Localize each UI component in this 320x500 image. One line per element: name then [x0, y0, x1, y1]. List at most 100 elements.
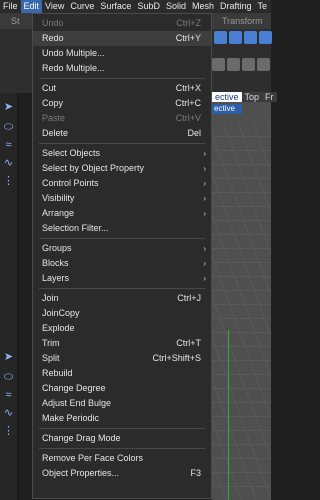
- menu-item-paste[interactable]: Paste Ctrl+V: [33, 111, 211, 126]
- menubar-item-mesh[interactable]: Mesh: [189, 0, 217, 13]
- menu-separator: [39, 288, 205, 289]
- toolbar-tool-icon[interactable]: [242, 58, 255, 71]
- menubar-item-subd[interactable]: SubD: [134, 0, 163, 13]
- curve-tool-icon[interactable]: ∿: [2, 407, 15, 420]
- menubar-item-view[interactable]: View: [42, 0, 67, 13]
- menu-item-shortcut: Ctrl+V: [175, 113, 201, 123]
- menubar-item-solid[interactable]: Solid: [163, 0, 189, 13]
- toolbar-tab-transform[interactable]: Transform: [222, 15, 263, 28]
- menu-item-layers[interactable]: Layers ›: [33, 271, 211, 286]
- menu-item-label: Layers: [42, 273, 70, 283]
- menu-item-undo-multiple[interactable]: Undo Multiple...: [33, 46, 211, 61]
- menu-item-label: Copy: [42, 98, 64, 108]
- viewport-title-label[interactable]: ective: [212, 104, 242, 114]
- menu-item-trim[interactable]: Trim Ctrl+T: [33, 336, 211, 351]
- menu-item-undo[interactable]: Undo Ctrl+Z: [33, 16, 211, 31]
- viewport-tab-front[interactable]: Fr: [262, 92, 277, 102]
- y-axis-line: [228, 330, 229, 500]
- menu-item-control-points[interactable]: Control Points ›: [33, 176, 211, 191]
- menu-item-label: Groups: [42, 243, 72, 253]
- menu-item-groups[interactable]: Groups ›: [33, 241, 211, 256]
- menubar-item-file[interactable]: File: [0, 0, 21, 13]
- menu-item-select-objects[interactable]: Select Objects ›: [33, 146, 211, 161]
- menu-item-label: Redo Multiple...: [42, 63, 105, 73]
- curve-tool-icon[interactable]: ≈: [2, 139, 15, 152]
- menu-item-label: Delete: [42, 128, 69, 138]
- menu-item-joincopy[interactable]: JoinCopy: [33, 306, 211, 321]
- menu-separator: [39, 143, 205, 144]
- menu-item-label: Select by Object Property: [42, 163, 145, 173]
- ellipse-tool-icon[interactable]: ⬭: [2, 121, 15, 134]
- menubar-item-edit[interactable]: Edit: [20, 0, 43, 13]
- menu-item-label: JoinCopy: [42, 308, 80, 318]
- menu-item-label: Select Objects: [42, 148, 101, 158]
- menubar-item-drafting[interactable]: Drafting: [217, 0, 255, 13]
- menu-item-label: Change Drag Mode: [42, 433, 121, 443]
- chevron-right-icon: ›: [203, 259, 206, 268]
- menu-item-redo-multiple[interactable]: Redo Multiple...: [33, 61, 211, 76]
- perspective-viewport[interactable]: [212, 93, 271, 500]
- menu-item-shortcut: Ctrl+C: [175, 98, 201, 108]
- toolbar-tool-icon[interactable]: [227, 58, 240, 71]
- toolbar-tool-icon[interactable]: [257, 58, 270, 71]
- menu-item-arrange[interactable]: Arrange ›: [33, 206, 211, 221]
- select-arrow-icon[interactable]: ➤: [2, 101, 15, 114]
- menu-item-label: Selection Filter...: [42, 223, 109, 233]
- chevron-right-icon: ›: [203, 209, 206, 218]
- viewport-tabs: ective Top Fr: [212, 92, 277, 102]
- select-arrow-icon[interactable]: ➤: [2, 351, 15, 364]
- menu-item-label: Undo Multiple...: [42, 48, 105, 58]
- menu-item-selection-filter[interactable]: Selection Filter...: [33, 221, 211, 236]
- toolbar-tool-icon[interactable]: [212, 58, 225, 71]
- menu-item-object-properties[interactable]: Object Properties... F3: [33, 466, 211, 481]
- menu-separator: [39, 428, 205, 429]
- menu-item-label: Trim: [42, 338, 60, 348]
- menu-item-delete[interactable]: Delete Del: [33, 126, 211, 141]
- viewport-tab-top[interactable]: Top: [241, 92, 263, 102]
- menubar-item-curve[interactable]: Curve: [67, 0, 97, 13]
- menu-item-blocks[interactable]: Blocks ›: [33, 256, 211, 271]
- menu-item-visibility[interactable]: Visibility ›: [33, 191, 211, 206]
- menu-item-shortcut: Ctrl+X: [175, 83, 201, 93]
- menubar: File Edit View Curve Surface SubD Solid Mesh Dra…: [0, 0, 271, 13]
- menu-item-label: Paste: [42, 113, 66, 123]
- toolbar-icons-row-2: [212, 58, 270, 71]
- menu-item-rebuild[interactable]: Rebuild: [33, 366, 211, 381]
- chevron-right-icon: ›: [203, 194, 206, 203]
- menu-item-adjust-end-bulge[interactable]: Adjust End Bulge: [33, 396, 211, 411]
- polyline-tool-icon[interactable]: ⋮: [2, 425, 15, 438]
- menu-item-explode[interactable]: Explode: [33, 321, 211, 336]
- toolbar-tool-icon[interactable]: [229, 31, 242, 44]
- menu-separator: [39, 78, 205, 79]
- menu-item-label: Adjust End Bulge: [42, 398, 112, 408]
- toolbar-tool-icon[interactable]: [259, 31, 272, 44]
- toolbar-tool-icon[interactable]: [214, 31, 227, 44]
- menu-item-change-drag-mode[interactable]: Change Drag Mode: [33, 431, 211, 446]
- menu-item-label: Split: [42, 353, 60, 363]
- menu-item-copy[interactable]: Copy Ctrl+C: [33, 96, 211, 111]
- menu-item-select-by-object-property[interactable]: Select by Object Property ›: [33, 161, 211, 176]
- menu-item-join[interactable]: Join Ctrl+J: [33, 291, 211, 306]
- menu-item-remove-per-face-colors[interactable]: Remove Per Face Colors: [33, 451, 211, 466]
- menubar-item-te[interactable]: Te: [255, 0, 271, 13]
- menu-item-shortcut: Ctrl+Z: [176, 18, 201, 28]
- menu-item-redo[interactable]: Redo Ctrl+Y: [33, 31, 211, 46]
- menu-item-change-degree[interactable]: Change Degree: [33, 381, 211, 396]
- menu-item-shortcut: F3: [190, 468, 201, 478]
- toolbar-tab-standard[interactable]: St: [11, 15, 20, 28]
- menu-item-make-periodic[interactable]: Make Periodic: [33, 411, 211, 426]
- viewport-tab-perspective[interactable]: ective: [212, 92, 242, 102]
- toolbar-tool-icon[interactable]: [244, 31, 257, 44]
- menu-item-label: Control Points: [42, 178, 99, 188]
- curve-tool-icon[interactable]: ∿: [2, 157, 15, 170]
- menu-item-cut[interactable]: Cut Ctrl+X: [33, 81, 211, 96]
- menubar-item-surface[interactable]: Surface: [97, 0, 134, 13]
- menu-item-label: Join: [42, 293, 59, 303]
- edit-menu-dropdown: Undo Ctrl+Z Redo Ctrl+Y Undo Multiple... Redo…: [32, 13, 212, 499]
- ellipse-tool-icon[interactable]: ⬭: [2, 371, 15, 384]
- menu-separator: [39, 238, 205, 239]
- menu-item-label: Rebuild: [42, 368, 73, 378]
- polyline-tool-icon[interactable]: ⋮: [2, 175, 15, 188]
- menu-item-split[interactable]: Split Ctrl+Shift+S: [33, 351, 211, 366]
- curve-tool-icon[interactable]: ≈: [2, 389, 15, 402]
